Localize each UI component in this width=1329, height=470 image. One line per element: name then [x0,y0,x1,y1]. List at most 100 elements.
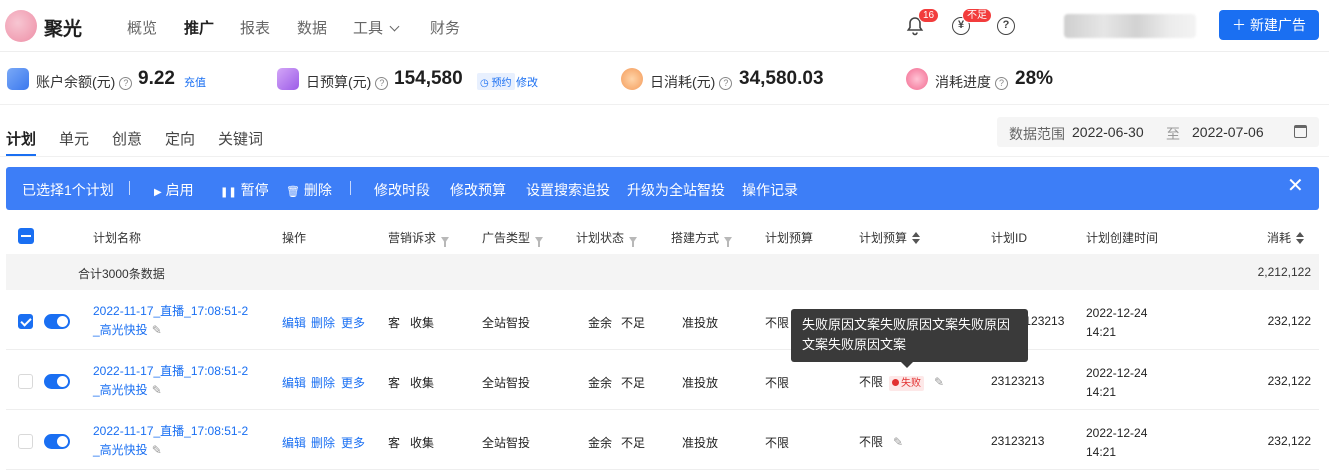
created-time: 2022-12-24 14:21 [1086,424,1147,462]
progress-label-text: 消耗进度 [935,74,991,90]
edit-pencil-icon[interactable]: ✎ [934,375,944,389]
tab-targeting[interactable]: 定向 [165,128,195,149]
more-link[interactable]: 更多 [341,374,365,391]
modify-budget-link[interactable]: 修改 [516,74,538,90]
sort-icon[interactable] [1296,232,1305,244]
filter-icon[interactable] [629,237,638,247]
table-row[interactable]: 2022-11-17_直播_17:08:51-2 _高光快投 ✎ 编辑 删除 更多 … [6,350,1319,410]
nav-finance[interactable]: 财务 [430,17,460,38]
enable-button[interactable]: ▶ 启用 [154,180,194,200]
plan-name-line1: 2022-11-17_直播_17:08:51-2 [93,304,249,318]
more-link[interactable]: 更多 [341,434,365,451]
nav-tools[interactable]: 工具 [353,17,400,38]
tab-unit[interactable]: 单元 [59,128,89,149]
row-toggle[interactable] [44,434,70,449]
plan-id: 23123213 [991,434,1045,448]
col-plan-id: 计划ID [991,231,1028,245]
plan-name-line1: 2022-11-17_直播_17:08:51-2 [93,424,249,438]
col-build: 搭建方式 [671,229,733,247]
search-chase-button[interactable]: 设置搜索追投 [526,180,610,200]
row-checkbox[interactable] [18,374,33,389]
summary-label: 合计3000条数据 [78,267,165,281]
fail-tag[interactable]: 失败 [889,376,925,391]
tab-plan[interactable]: 计划 [6,128,36,149]
chevron-down-icon [389,21,400,32]
delete-link[interactable]: 删除 [311,374,335,391]
sort-icon[interactable] [912,232,921,244]
more-link[interactable]: 更多 [341,314,365,331]
edit-time-button[interactable]: 修改时段 [374,180,430,200]
col-budget-sort-label: 计划预算 [859,231,908,245]
col-budget: 计划预算 [765,231,814,245]
table-row[interactable]: 2022-11-17_直播_17:08:51-2 _高光快投 ✎ 编辑 删除 更多 … [6,290,1319,350]
calendar-icon [1294,125,1307,138]
recharge-link[interactable]: 充值 [184,74,206,90]
delete-button[interactable]: 🗑 删除 [286,180,332,200]
nav-promotion[interactable]: 推广 [184,17,214,38]
edit-pencil-icon[interactable]: ✎ [152,383,162,397]
select-all-checkbox[interactable] [18,228,34,244]
filter-icon[interactable] [724,237,733,247]
question-icon[interactable]: ? [119,77,133,90]
edit-link[interactable]: 编辑 [282,374,306,391]
edit-link[interactable]: 编辑 [282,434,306,451]
plan-name-line2: _高光快投 [93,323,148,337]
edit-link[interactable]: 编辑 [282,314,306,331]
col-status-label: 计划状态 [576,231,625,245]
close-icon[interactable]: ✕ [1287,176,1304,196]
daily-spend-label: 日消耗(元)? [650,72,733,92]
ad-type: 全站智投 [482,316,531,330]
question-icon[interactable]: ? [719,77,733,90]
new-ad-button[interactable]: ＋ 新建广告 [1219,10,1319,40]
nav-overview[interactable]: 概览 [127,17,157,38]
spend: 232,122 [1267,374,1311,388]
spend: 232,122 [1267,434,1311,448]
filter-icon[interactable] [441,237,450,247]
col-demand-label: 营销诉求 [388,231,437,245]
edit-pencil-icon[interactable]: ✎ [893,435,903,449]
question-icon[interactable]: ? [995,77,1008,90]
plus-icon: ＋ [1232,17,1247,33]
help-icon[interactable]: ? [997,17,1015,35]
build-method: 准投放 [682,376,719,390]
tab-keywords[interactable]: 关键词 [218,128,263,149]
build-method: 准投放 [682,316,719,330]
edit-pencil-icon[interactable]: ✎ [152,323,162,337]
date-start[interactable]: 2022-06-30 [1072,124,1144,140]
plan-name-link[interactable]: 2022-11-17_直播_17:08:51-2 _高光快投 ✎ [93,362,248,400]
op-log-button[interactable]: 操作记录 [742,180,798,200]
status-1: 金余 [588,376,613,390]
pause-icon: ❚❚ [220,187,237,198]
upgrade-button[interactable]: 升级为全站智投 [627,180,725,200]
row-toggle[interactable] [44,314,70,329]
question-icon[interactable]: ? [375,77,389,90]
delete-link[interactable]: 删除 [311,434,335,451]
edit-budget-button[interactable]: 修改预算 [450,180,506,200]
clock-icon: ◷ [480,78,489,89]
fail-tag-text: 失败 [901,378,922,389]
enable-label: 启用 [165,182,194,198]
demand-2: 收集 [410,436,435,450]
delete-link[interactable]: 删除 [311,314,335,331]
plan-name-line1: 2022-11-17_直播_17:08:51-2 [93,364,249,378]
tab-creative[interactable]: 创意 [112,128,142,149]
date-end[interactable]: 2022-07-06 [1192,124,1264,140]
summary-spend: 2,212,122 [1257,265,1311,279]
row-toggle[interactable] [44,374,70,389]
row-checkbox[interactable] [18,434,33,449]
plan-name-link[interactable]: 2022-11-17_直播_17:08:51-2 _高光快投 ✎ [93,422,248,460]
table-row[interactable]: 2022-11-17_直播_17:08:51-2 _高光快投 ✎ 编辑 删除 更多 … [6,410,1319,470]
date-range-picker[interactable]: 数据范围 2022-06-30 至 2022-07-06 [997,117,1319,147]
edit-pencil-icon[interactable]: ✎ [152,443,162,457]
pause-button[interactable]: ❚❚ 暂停 [220,180,269,200]
created-date: 2022-12-24 [1086,426,1148,440]
row-checkbox[interactable] [18,314,33,329]
demand-1: 客 [388,436,401,450]
created-time: 2022-12-24 14:21 [1086,364,1147,402]
nav-reports[interactable]: 报表 [240,17,270,38]
filter-icon[interactable] [535,237,544,247]
nav-data[interactable]: 数据 [297,17,327,38]
user-account-blurred[interactable] [1064,14,1196,38]
plan-name-link[interactable]: 2022-11-17_直播_17:08:51-2 _高光快投 ✎ [93,302,248,340]
alert-icon [892,379,900,386]
